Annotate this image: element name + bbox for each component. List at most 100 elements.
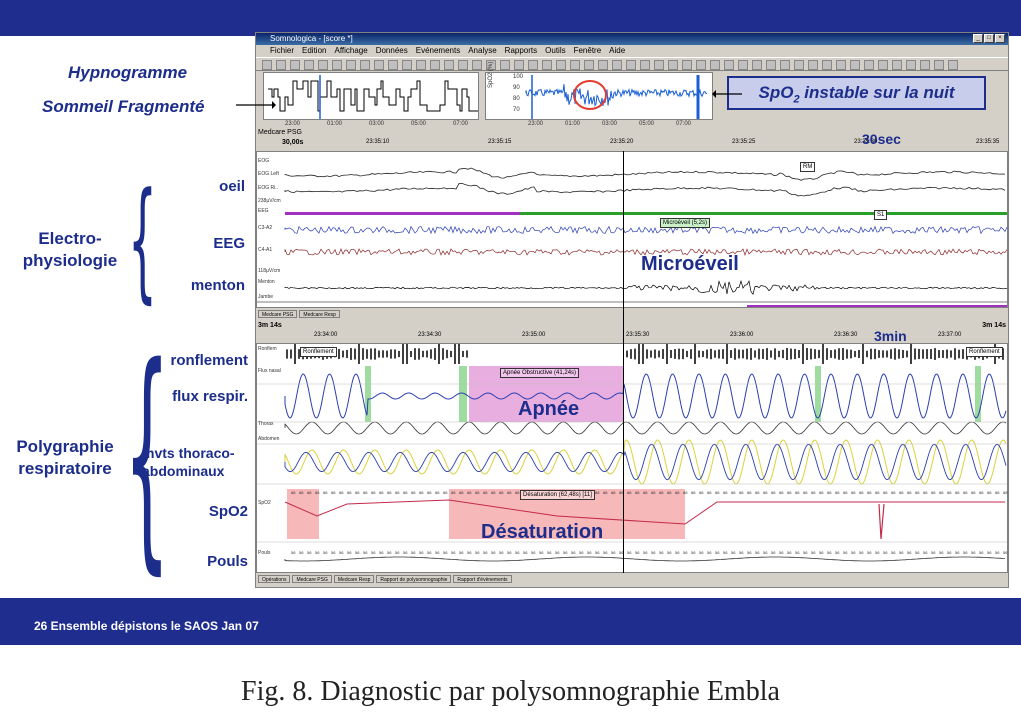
toolbar-button-15[interactable]: [472, 60, 482, 70]
pane2-tab-2[interactable]: Medcare Resp: [333, 575, 375, 583]
pulse-value-mark: 56: [403, 550, 408, 555]
hypnogram-tick-1: 01:00: [327, 121, 343, 127]
toolbar-button-47[interactable]: [920, 60, 930, 70]
spo2-value-mark: 88: [435, 490, 440, 495]
pane2-tab-0[interactable]: Opérations: [258, 575, 291, 583]
spo2-value-mark: 88: [939, 490, 944, 495]
toolbar-button-43[interactable]: [864, 60, 874, 70]
toolbar-button-22[interactable]: [570, 60, 580, 70]
toolbar-button-3[interactable]: [304, 60, 314, 70]
pane1-channel-0: EOG: [258, 158, 270, 164]
toolbar-button-26[interactable]: [626, 60, 636, 70]
menu-item-1[interactable]: Edition: [302, 45, 326, 57]
toolbar-button-33[interactable]: [724, 60, 734, 70]
toolbar-button-12[interactable]: [430, 60, 440, 70]
toolbar-button-23[interactable]: [584, 60, 594, 70]
spo2-value-mark: 88: [923, 490, 928, 495]
pane1-title[interactable]: Medcare PSG: [258, 129, 302, 136]
toolbar-button-13[interactable]: [444, 60, 454, 70]
toolbar-button-6[interactable]: [346, 60, 356, 70]
toolbar-button-8[interactable]: [374, 60, 384, 70]
maximize-button[interactable]: □: [984, 34, 994, 43]
menu-item-6[interactable]: Rapports: [505, 45, 537, 57]
toolbar-button-42[interactable]: [850, 60, 860, 70]
pane1-tab-0[interactable]: Medcare PSG: [258, 310, 298, 318]
menu-item-9[interactable]: Aide: [609, 45, 625, 57]
toolbar-button-41[interactable]: [836, 60, 846, 70]
toolbar-button-7[interactable]: [360, 60, 370, 70]
pulse-value-mark: 56: [891, 550, 896, 555]
pulse-value-mark: 56: [659, 550, 664, 555]
minimize-button[interactable]: _: [973, 34, 983, 43]
toolbar-button-4[interactable]: [318, 60, 328, 70]
pane2-time-2: 23:35:00: [522, 332, 546, 338]
hypnogram-tick-3: 05:00: [411, 121, 427, 127]
toolbar-button-48[interactable]: [934, 60, 944, 70]
toolbar-button-35[interactable]: [752, 60, 762, 70]
toolbar-button-27[interactable]: [640, 60, 650, 70]
menu-item-7[interactable]: Outils: [545, 45, 565, 57]
pane2-tab-4[interactable]: Rapport d'évènements: [453, 575, 512, 583]
pulse-value-mark: 56: [507, 550, 512, 555]
toolbar-button-32[interactable]: [710, 60, 720, 70]
toolbar-button-17[interactable]: [500, 60, 510, 70]
toolbar-button-11[interactable]: [416, 60, 426, 70]
toolbar-button-31[interactable]: [696, 60, 706, 70]
spo2-value-mark: 88: [443, 490, 448, 495]
toolbar-button-37[interactable]: [780, 60, 790, 70]
toolbar-button-24[interactable]: [598, 60, 608, 70]
toolbar-button-25[interactable]: [612, 60, 622, 70]
toolbar-button-34[interactable]: [738, 60, 748, 70]
menu-item-4[interactable]: Evénements: [416, 45, 460, 57]
toolbar-button-19[interactable]: [528, 60, 538, 70]
toolbar-button-46[interactable]: [906, 60, 916, 70]
spo2-value-mark: 88: [299, 490, 304, 495]
menu-item-5[interactable]: Analyse: [468, 45, 496, 57]
pulse-value-mark: 56: [371, 550, 376, 555]
toolbar-button-36[interactable]: [766, 60, 776, 70]
toolbar-button-39[interactable]: [808, 60, 818, 70]
menu-item-0[interactable]: Fichier: [270, 45, 294, 57]
toolbar-button-28[interactable]: [654, 60, 664, 70]
menu-item-8[interactable]: Fenêtre: [574, 45, 602, 57]
toolbar-button-5[interactable]: [332, 60, 342, 70]
pulse-value-mark: 56: [387, 550, 392, 555]
toolbar-button-21[interactable]: [556, 60, 566, 70]
pulse-value-mark: 56: [851, 550, 856, 555]
toolbar-button-40[interactable]: [822, 60, 832, 70]
toolbar-button-10[interactable]: [402, 60, 412, 70]
time-cursor[interactable]: [623, 151, 624, 573]
toolbar-button-29[interactable]: [668, 60, 678, 70]
pane2-tab-3[interactable]: Rapport de polysomnographie: [376, 575, 452, 583]
pulse-value-mark: 56: [611, 550, 616, 555]
close-button[interactable]: ×: [995, 34, 1005, 43]
slide-footer: 26 Ensemble dépistons le SAOS Jan 07: [34, 619, 259, 633]
spo2-value-mark: 88: [955, 490, 960, 495]
pane2-signals[interactable]: 88 88 88 88 88 88 88 88 88 88 88 88 88 88 88 88 88 88 88 88…: [256, 343, 1008, 573]
toolbar-button-45[interactable]: [892, 60, 902, 70]
eeg-c3-trace: [284, 225, 1008, 235]
menu-item-2[interactable]: Affichage: [334, 45, 367, 57]
menu-item-3[interactable]: Données: [376, 45, 408, 57]
toolbar-button-49[interactable]: [948, 60, 958, 70]
hypnogram-panel[interactable]: [263, 72, 479, 120]
toolbar-button-20[interactable]: [542, 60, 552, 70]
pane1-signals[interactable]: [256, 151, 1008, 308]
pulse-value-mark: 56: [603, 550, 608, 555]
pane1-tab-1[interactable]: Medcare Resp: [299, 310, 340, 318]
toolbar-button-38[interactable]: [794, 60, 804, 70]
pane1-time-3: 23:35:25: [732, 139, 756, 145]
toolbar-button-9[interactable]: [388, 60, 398, 70]
toolbar-button-44[interactable]: [878, 60, 888, 70]
spo2-value-mark: 88: [291, 490, 296, 495]
toolbar-button-14[interactable]: [458, 60, 468, 70]
toolbar-button-0[interactable]: [262, 60, 272, 70]
pulse-value-mark: 56: [683, 550, 688, 555]
spo2-value-mark: 88: [819, 490, 824, 495]
toolbar-button-2[interactable]: [290, 60, 300, 70]
toolbar-button-1[interactable]: [276, 60, 286, 70]
toolbar-button-30[interactable]: [682, 60, 692, 70]
pane2-tab-1[interactable]: Medcare PSG: [292, 575, 332, 583]
toolbar-button-18[interactable]: [514, 60, 524, 70]
spo2-value-mark: 88: [883, 490, 888, 495]
